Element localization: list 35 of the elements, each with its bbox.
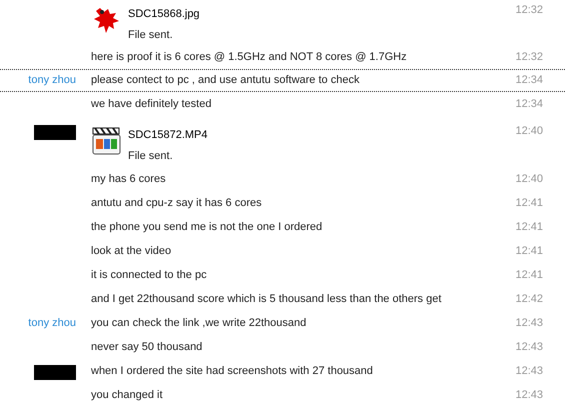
message-text: please contect to pc , and use antutu software to check [91,73,360,88]
message-text: the phone you send me is not the one I ordered [91,220,322,235]
message-time: 12:41 [515,268,544,283]
message-time: 12:32 [515,50,544,65]
message-text: antutu and cpu-z say it has 6 cores [91,196,262,211]
message-time: 12:43 [515,364,544,379]
message-time: 12:34 [515,96,544,112]
file-status: File sent. [128,148,174,164]
message-time: 12:40 [515,124,544,139]
message-time: 12:41 [515,220,544,235]
message-time: 12:32 [515,3,544,18]
message-time: 12:43 [515,316,544,331]
message-time: 12:42 [515,292,544,307]
message-time: 12:43 [515,340,544,355]
clapperboard-icon [91,125,123,157]
message-text: my has 6 cores [91,172,166,187]
file-name[interactable]: SDC15868.jpg [128,6,200,22]
message-text: when I ordered the site had screenshots with 27 thousand [91,364,373,379]
message-text: you can check the link ,we write 22thousand [91,316,306,331]
message-text: and I get 22thousand score which is 5 thousand less than the others get [91,292,442,307]
message-text: we have definitely tested [91,96,212,112]
message-text: never say 50 thousand [91,340,202,355]
message-text: here is proof it is 6 cores @ 1.5GHz and NOT 8 cores @ 1.7GHz [91,50,407,65]
sender-name: tony zhou [28,316,76,331]
message-time: 12:40 [515,172,544,187]
message-time: 12:41 [515,244,544,259]
message-text: look at the video [91,244,172,259]
file-status: File sent. [128,28,174,42]
message-time: 12:34 [515,73,544,88]
file-name[interactable]: SDC15872.MP4 [128,127,208,144]
message-time: 12:43 [515,388,544,403]
sender-name: tony zhou [28,73,76,88]
message-text: it is connected to the pc [91,268,207,283]
message-text: you changed it [91,388,163,403]
message-time: 12:41 [515,196,544,211]
